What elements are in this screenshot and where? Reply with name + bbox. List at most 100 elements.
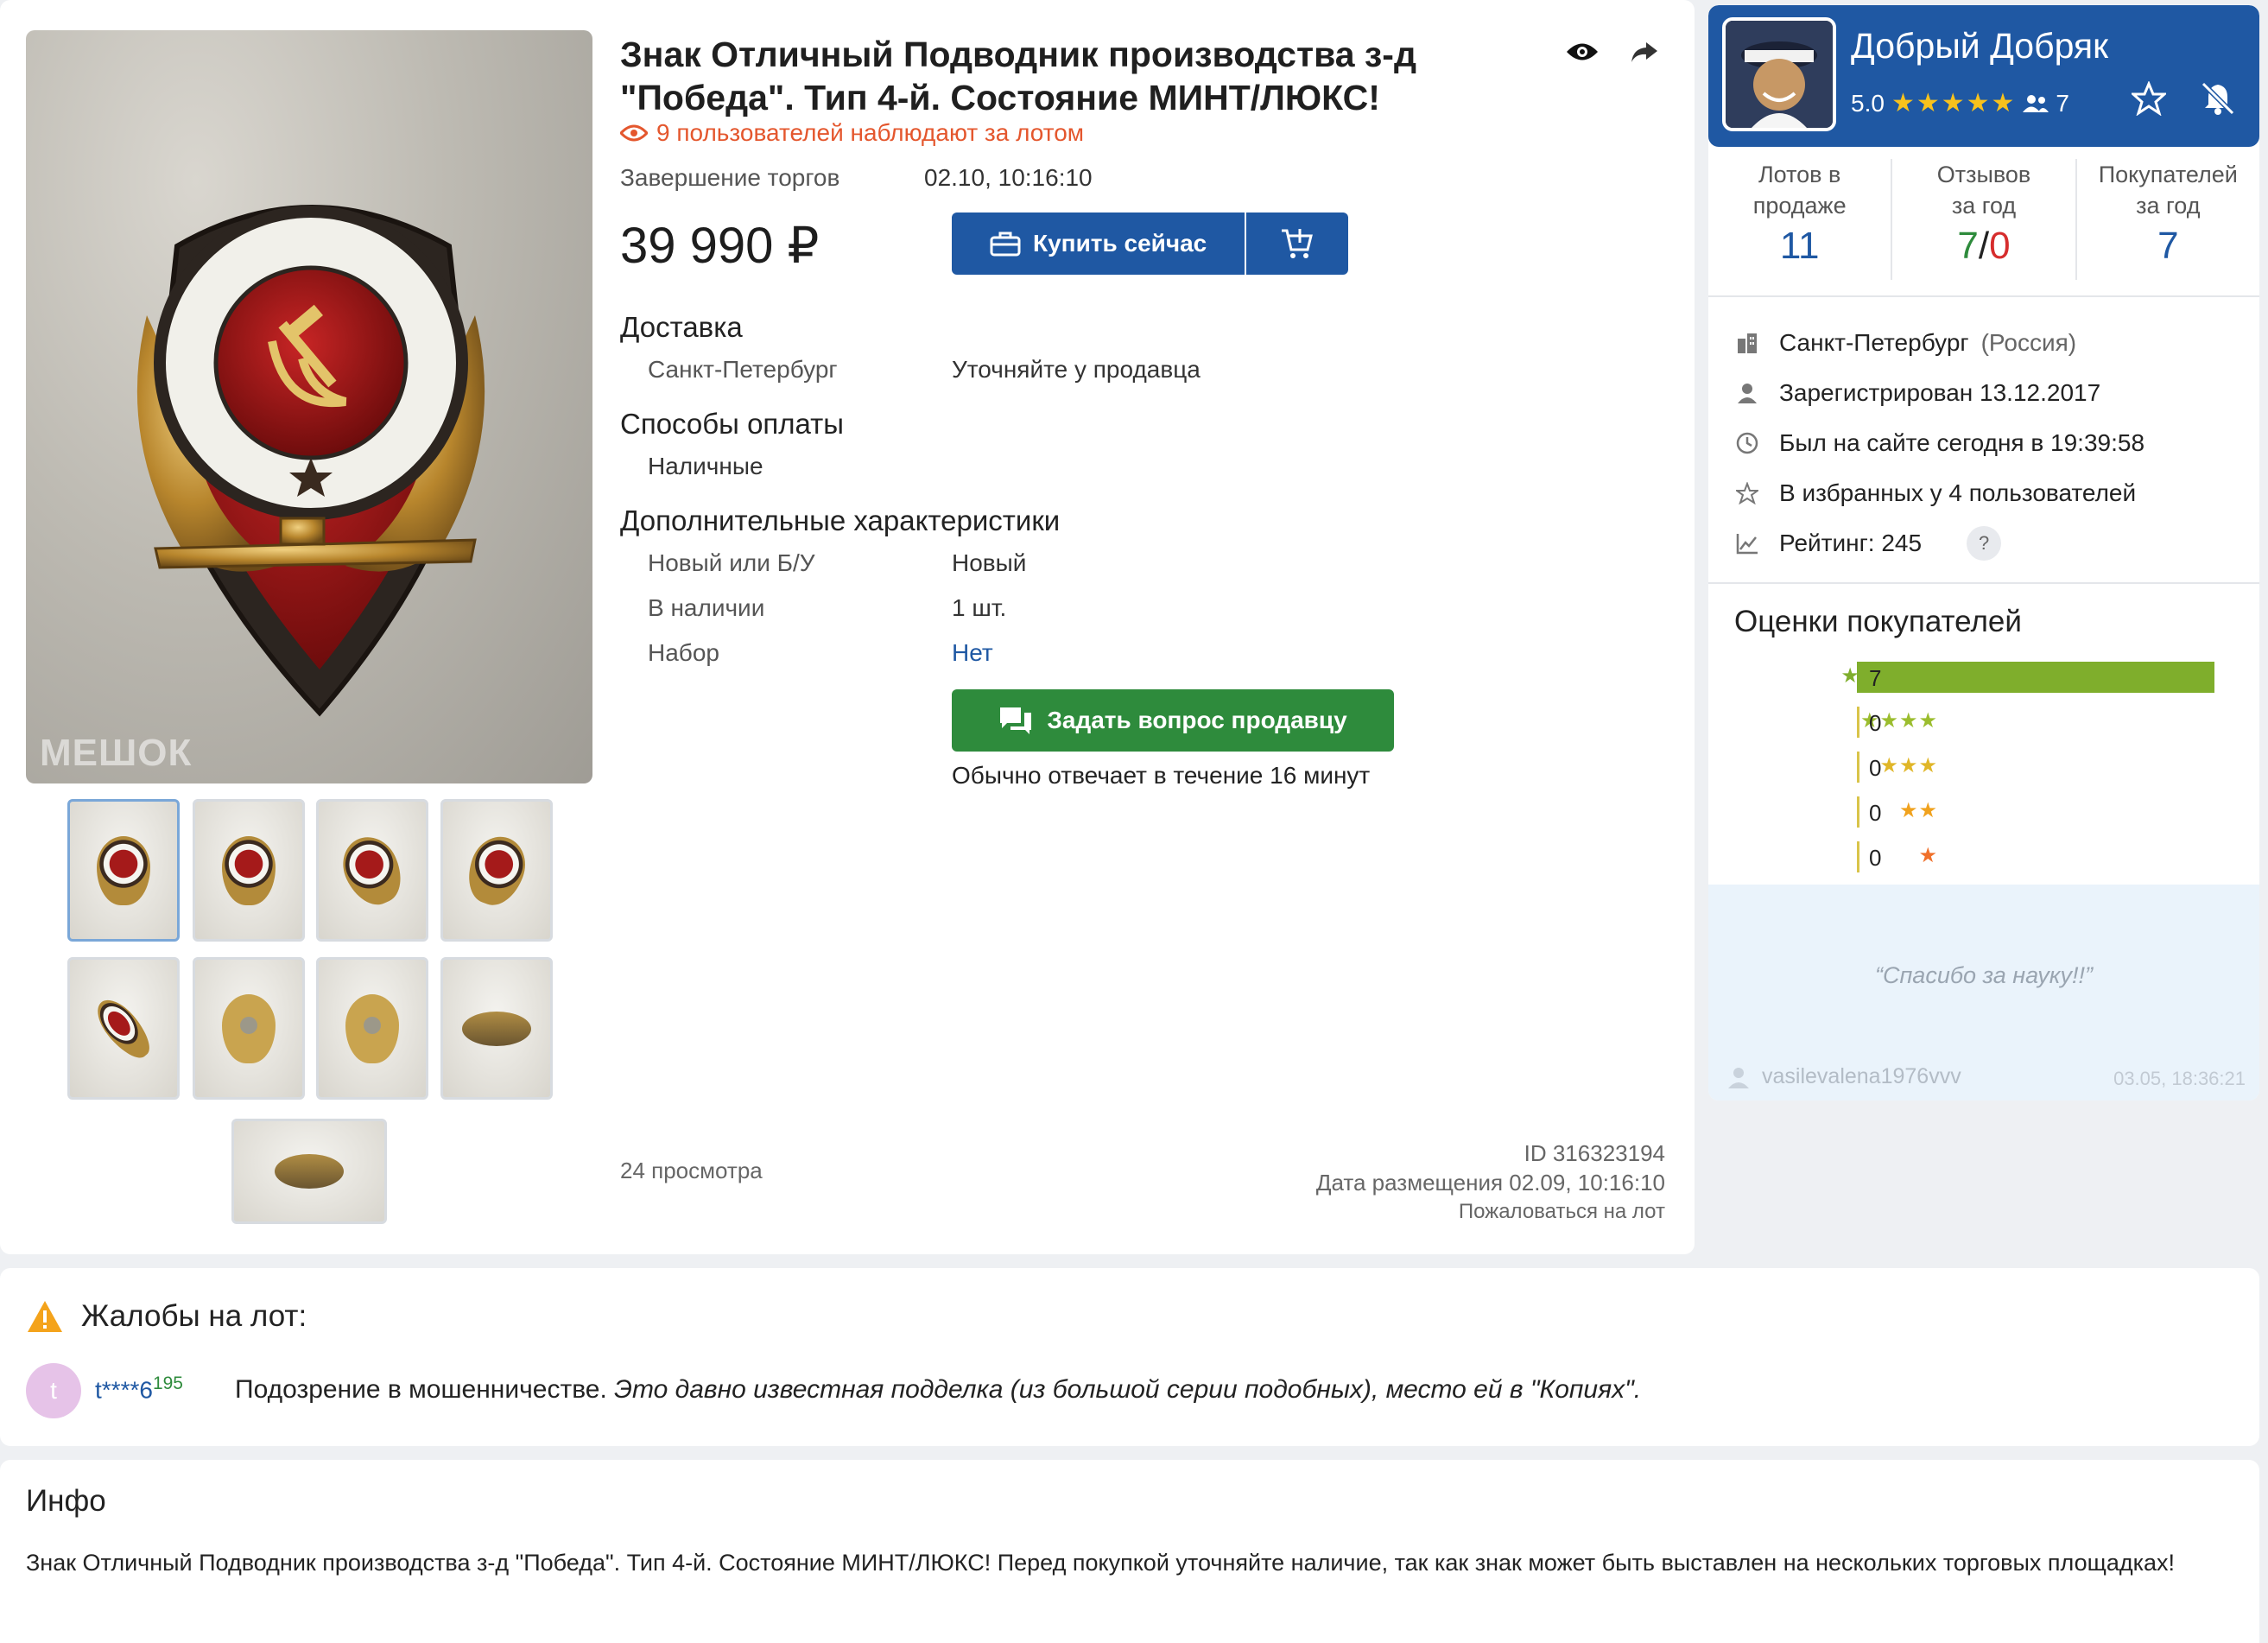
info-description: Знак Отличный Подводник производства з-д… (26, 1550, 2176, 1576)
buy-now-label: Купить сейчас (1033, 230, 1207, 257)
stat-value: 11 (1779, 225, 1820, 267)
positive-reviews: 7 (1957, 225, 1979, 267)
rating-count: 7 (1869, 665, 1882, 691)
char-value-link[interactable]: Нет (952, 639, 993, 667)
rating-score: Рейтинг: 245 (1779, 530, 1923, 556)
thumbnail[interactable] (231, 1119, 387, 1224)
thumbnail[interactable] (193, 799, 305, 942)
thumbnail[interactable] (67, 957, 180, 1100)
review-text: “Спасибо за науку!!” (1874, 962, 2094, 988)
seller-header: Добрый Добряк 5.0 ★★★★★ 7 (1708, 5, 2259, 147)
city-icon (1734, 330, 1760, 356)
seller-stars: ★★★★★ (1891, 89, 2017, 117)
rating-count: 0 (1869, 845, 1882, 871)
info-heading: Инфо (26, 1484, 106, 1518)
stat-caption: за год (2136, 193, 2201, 219)
posted-date: Дата размещения 02.09, 10:16:10 (1315, 1170, 1665, 1196)
seller-avatar[interactable] (1722, 17, 1836, 131)
main-photo[interactable]: МЕШОК (26, 30, 592, 783)
delivery-city: Санкт-Петербург (648, 356, 838, 383)
seller-info-list: Санкт-Петербург (Россия) Зарегистрирован… (1734, 318, 2144, 568)
seller-score: Рейтинг: 245 ? (1734, 518, 2144, 568)
rating-bar-empty (1857, 752, 1859, 783)
thumbnail[interactable] (440, 799, 553, 942)
stat-reviews[interactable]: Отзывов за год 7/0 (1892, 159, 2077, 280)
seller-stats: Лотов в продаже 11 Отзывов за год 7/0 По… (1708, 159, 2259, 280)
char-label: В наличии (648, 594, 765, 621)
buy-now-button[interactable]: Купить сейчас (952, 213, 1245, 275)
thumbnail[interactable] (316, 957, 428, 1100)
chart-line-icon (1734, 530, 1760, 556)
registered-text: Зарегистрирован 13.12.2017 (1779, 379, 2101, 406)
rating-stars: ★ (1918, 844, 1938, 867)
complainant-user[interactable]: t****6195 (95, 1373, 183, 1404)
seller-name[interactable]: Добрый Добряк (1851, 26, 2108, 67)
ask-seller-button[interactable]: Задать вопрос продавцу (952, 689, 1394, 752)
end-value: 02.10, 10:16:10 (924, 164, 1093, 191)
thumbnail[interactable] (67, 799, 180, 942)
thumbnail[interactable] (316, 799, 428, 942)
stat-buyers[interactable]: Покупателей за год 7 (2077, 159, 2259, 280)
warning-icon (28, 1301, 62, 1332)
complaint-text: Подозрение в мошенничестве. Это давно из… (235, 1375, 1641, 1405)
rating-row: ★★ 0 (1708, 796, 2259, 828)
stat-caption: Лотов в (1758, 162, 1841, 187)
lot-id: ID 316323194 (1524, 1140, 1665, 1166)
last-seen-text: Был на сайте сегодня в 19:39:58 (1779, 429, 2145, 456)
watchers-text: 9 пользователей наблюдают за лотом (656, 119, 1085, 146)
payment-value: Наличные (648, 453, 763, 479)
favorites-text: В избранных у 4 пользователей (1779, 479, 2137, 506)
char-value: 1 шт. (952, 594, 1007, 621)
end-label: Завершение торгов (620, 164, 840, 191)
latest-review[interactable]: “Спасибо за науку!!” vasilevalena1976vvv… (1708, 885, 2259, 1101)
thumbnail[interactable] (440, 957, 553, 1100)
followers-icon (2023, 94, 2049, 112)
mute-notifications-icon[interactable] (2201, 81, 2235, 120)
rating-count: 0 (1869, 800, 1882, 826)
char-value: Новый (952, 549, 1027, 576)
complainant-avatar: t (26, 1363, 81, 1418)
reply-time: Обычно отвечает в течение 16 минут (952, 762, 1371, 789)
briefcase-icon (990, 232, 1021, 257)
reviews-separator: / (1978, 225, 1990, 267)
stat-lots[interactable]: Лотов в продаже 11 (1708, 159, 1893, 280)
eye-icon (620, 124, 648, 142)
add-to-cart-button[interactable] (1245, 213, 1349, 275)
rating-help-icon[interactable]: ? (1967, 526, 2002, 561)
rating-stars: ★★★ (1879, 754, 1938, 777)
seller-card: Добрый Добряк 5.0 ★★★★★ 7 Лотов в продаж… (1708, 5, 2259, 1101)
lot-actions (1563, 33, 1663, 71)
review-date: 03.05, 18:36:21 (2113, 1068, 2246, 1089)
payment-heading: Способы оплаты (620, 408, 845, 440)
favorite-seller-icon[interactable] (2130, 80, 2168, 120)
rating-row: ★★★★ 0 (1708, 707, 2259, 738)
ask-seller-label: Задать вопрос продавцу (1047, 707, 1347, 733)
report-lot-link[interactable]: Пожаловаться на лот (1316, 1197, 1665, 1227)
buy-group: Купить сейчас (952, 213, 1349, 275)
seller-city: Санкт-Петербург (1779, 329, 1969, 356)
seller-location: Санкт-Петербург (Россия) (1734, 318, 2144, 368)
review-author: vasilevalena1976vvv (1727, 1064, 1961, 1089)
seller-last-seen: Был на сайте сегодня в 19:39:58 (1734, 418, 2144, 468)
review-username[interactable]: vasilevalena1976vvv (1762, 1064, 1961, 1089)
rating-count: 0 (1869, 710, 1882, 736)
complaints-panel: Жалобы на лот: t t****6195 Подозрение в … (0, 1268, 2259, 1446)
watch-icon[interactable] (1563, 33, 1601, 71)
extra-heading: Дополнительные характеристики (620, 504, 1061, 536)
seller-registered: Зарегистрирован 13.12.2017 (1734, 368, 2144, 418)
seller-rating: 5.0 ★★★★★ 7 (1851, 88, 2069, 118)
complainant-score: 195 (152, 1373, 183, 1393)
share-icon[interactable] (1625, 33, 1663, 71)
watchers-notice: 9 пользователей наблюдают за лотом (620, 119, 1084, 147)
delivery-value: Уточняйте у продавца (952, 356, 1201, 383)
negative-reviews: 0 (1989, 225, 2011, 267)
stat-caption: за год (1951, 193, 2017, 219)
buyer-ratings-title: Оценки покупателей (1734, 605, 2022, 638)
rating-bar-empty (1857, 707, 1859, 738)
thumbnail[interactable] (193, 957, 305, 1100)
lot-title: Знак Отличный Подводник производства з-д… (620, 35, 1416, 117)
stat-value: 7 (2157, 225, 2179, 267)
seller-favorites: В избранных у 4 пользователей (1734, 468, 2144, 518)
seller-actions (2130, 80, 2235, 120)
lot-card: МЕШОК Знак Отличный Подводник производст… (0, 0, 1695, 1254)
